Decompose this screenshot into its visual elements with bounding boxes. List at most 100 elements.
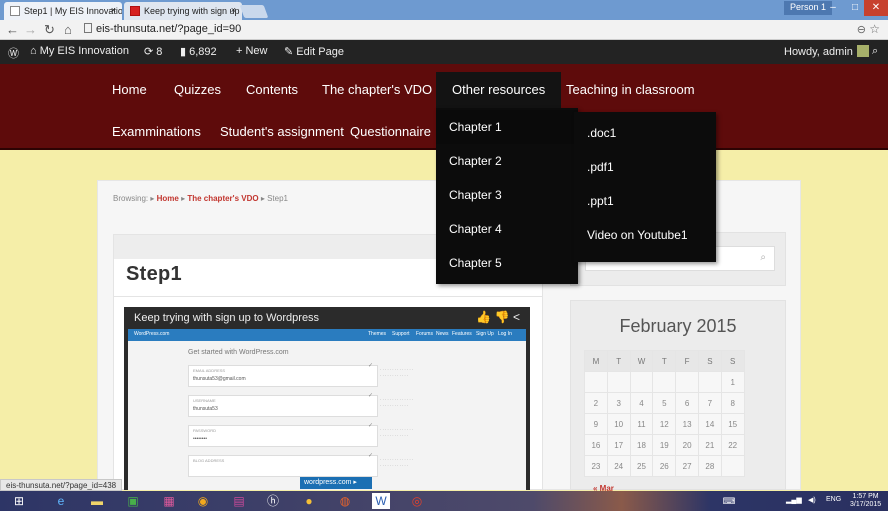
search-icon[interactable]: ⌕ — [760, 252, 766, 263]
browser-tab-active[interactable]: Step1 | My EIS Innovation × — [4, 2, 122, 20]
site-name: My EIS Innovation — [39, 45, 129, 57]
breadcrumb-chapters-vdo[interactable]: The chapter's VDO — [187, 194, 258, 203]
chapter-1-submenu: .doc1 .pdf1 .ppt1 Video on Youtube1 — [574, 112, 716, 262]
new-content-link[interactable]: + New — [236, 45, 268, 57]
video-username-field: USERNAME thunsuta53 ✓ — [188, 393, 378, 417]
new-tab-button[interactable] — [239, 5, 269, 18]
calendar-day: 16 — [584, 434, 608, 456]
embedded-video[interactable]: Keep trying with sign up to Wordpress 👍 … — [124, 307, 530, 490]
close-window-icon[interactable]: ✕ — [864, 0, 888, 16]
comments-link[interactable]: ▮ 6,892 — [180, 45, 217, 58]
nav-chapters-vdo[interactable]: The chapter's VDO — [322, 82, 432, 97]
updates-icon: ⟳ — [144, 46, 157, 58]
calendar-week-row: 1 — [584, 371, 745, 393]
video-cta-button: wordpress.com ▸ — [300, 477, 372, 489]
calendar-day — [720, 455, 745, 477]
home-icon[interactable]: ⌂ — [64, 22, 72, 37]
check-icon: ✓ — [367, 393, 373, 399]
app-icon[interactable]: ● — [300, 493, 318, 509]
video-actions: 👍 👎 < — [476, 310, 520, 324]
updates-count: 8 — [156, 46, 163, 58]
zoom-icon[interactable]: ⊖ — [857, 23, 866, 36]
photos-icon[interactable]: ▦ — [160, 493, 178, 509]
reload-icon[interactable]: ↻ — [44, 22, 55, 38]
nav-other-resources[interactable]: Other resources — [436, 72, 562, 109]
url-field[interactable]: eis-thunsuta.net/?page_id=90 — [84, 23, 241, 35]
breadcrumb-home[interactable]: Home — [157, 194, 179, 203]
calendar-day: 27 — [675, 455, 699, 477]
nav-quizzes[interactable]: Quizzes — [174, 82, 221, 97]
help-text: · · · · · · · · · · · · · · · · · · · · ·… — [380, 397, 414, 408]
calendar-day: 28 — [697, 455, 722, 477]
windows-start-icon[interactable]: ⊞ — [10, 493, 28, 509]
edit-page-link[interactable]: ✎ Edit Page — [284, 45, 344, 58]
internet-explorer-icon[interactable]: e — [52, 493, 70, 509]
dislike-icon[interactable]: 👎 — [495, 310, 510, 324]
firefox-icon[interactable]: ◍ — [336, 493, 354, 509]
nav-students-assignment[interactable]: Student's assignment — [220, 124, 344, 139]
forward-icon[interactable]: → — [24, 22, 37, 37]
avatar — [856, 45, 869, 57]
keyboard-icon[interactable]: ⌨ — [720, 493, 738, 509]
nav-contents[interactable]: Contents — [246, 82, 298, 97]
search-icon[interactable]: ⌕ — [872, 45, 878, 58]
submenu-item-pdf[interactable]: .pdf1 — [574, 150, 716, 184]
wordpress-logo-icon[interactable]: Ⓦ — [8, 45, 19, 61]
nav-teaching-in-classroom[interactable]: Teaching in classroom — [566, 82, 695, 97]
account-menu[interactable]: Howdy, admin — [784, 45, 869, 58]
network-icon[interactable]: ▂▄▆ — [786, 496, 802, 504]
weekday-label: W — [629, 350, 654, 372]
status-bar-url: eis-thunsuta.net/?page_id=438 — [0, 479, 123, 491]
app-icon[interactable]: ▤ — [230, 493, 248, 509]
nav-examinations[interactable]: Examminations — [112, 124, 201, 139]
dropdown-item-chapter-3[interactable]: Chapter 3 — [436, 178, 578, 212]
field-value: thunsuta53@gmail.com — [193, 376, 246, 382]
weekday-label: S — [720, 350, 745, 372]
back-icon[interactable]: ← — [6, 22, 19, 37]
updates-link[interactable]: ⟳ 8 — [144, 45, 162, 58]
calendar-day: 1 — [720, 371, 745, 393]
volume-icon[interactable]: ◀) — [808, 496, 816, 504]
submenu-item-ppt[interactable]: .ppt1 — [574, 184, 716, 218]
wp-link: Themes — [368, 331, 387, 337]
file-explorer-icon[interactable]: ▬ — [88, 493, 106, 509]
weekday-label: T — [652, 350, 677, 372]
share-icon[interactable]: < — [513, 310, 520, 324]
field-value: thunsuta53 — [193, 406, 218, 412]
taskbar-clock[interactable]: 1:57 PM 3/17/2015 — [850, 493, 881, 509]
bookmark-star-icon[interactable]: ☆ — [869, 22, 880, 36]
clock-time: 1:57 PM — [852, 493, 879, 500]
video-heading: Get started with WordPress.com — [188, 349, 289, 356]
chrome-icon[interactable]: ◎ — [408, 493, 426, 509]
calendar-day: 18 — [629, 434, 654, 456]
field-label: USERNAME — [193, 398, 216, 403]
word-icon[interactable]: W — [372, 493, 390, 509]
dropdown-item-chapter-5[interactable]: Chapter 5 — [436, 246, 578, 280]
check-icon: ✓ — [367, 453, 373, 459]
dropdown-item-chapter-1[interactable]: Chapter 1 — [436, 110, 578, 144]
calendar-day: 12 — [652, 413, 677, 435]
browser-tabstrip: Step1 | My EIS Innovation × Keep trying … — [0, 0, 888, 20]
calendar-day: 4 — [629, 392, 654, 414]
like-icon[interactable]: 👍 — [476, 310, 491, 324]
other-resources-dropdown: Chapter 1 Chapter 2 Chapter 3 Chapter 4 … — [436, 108, 578, 284]
hp-icon[interactable]: ⓗ — [264, 493, 282, 509]
video-title[interactable]: Keep trying with sign up to Wordpress — [134, 312, 319, 324]
site-name-link[interactable]: ⌂ My EIS Innovation — [30, 45, 129, 57]
nav-home[interactable]: Home — [112, 82, 147, 97]
calendar-day — [652, 371, 677, 393]
language-indicator[interactable]: ENG — [826, 496, 841, 503]
nav-questionnaire[interactable]: Questionnaire — [350, 124, 431, 139]
submenu-item-doc[interactable]: .doc1 — [574, 116, 716, 150]
store-icon[interactable]: ▣ — [124, 493, 142, 509]
tab-close-icon[interactable]: × — [231, 5, 236, 15]
browser-tab[interactable]: Keep trying with sign up t × — [124, 2, 242, 20]
media-player-icon[interactable]: ◉ — [194, 493, 212, 509]
dropdown-item-chapter-4[interactable]: Chapter 4 — [436, 212, 578, 246]
help-text: · · · · · · · · · · · · · · · · · · · · ·… — [380, 367, 414, 378]
tab-close-icon[interactable]: × — [111, 5, 116, 15]
check-icon: ✓ — [367, 423, 373, 429]
submenu-item-youtube[interactable]: Video on Youtube1 — [574, 218, 716, 252]
calendar-day: 26 — [652, 455, 677, 477]
dropdown-item-chapter-2[interactable]: Chapter 2 — [436, 144, 578, 178]
